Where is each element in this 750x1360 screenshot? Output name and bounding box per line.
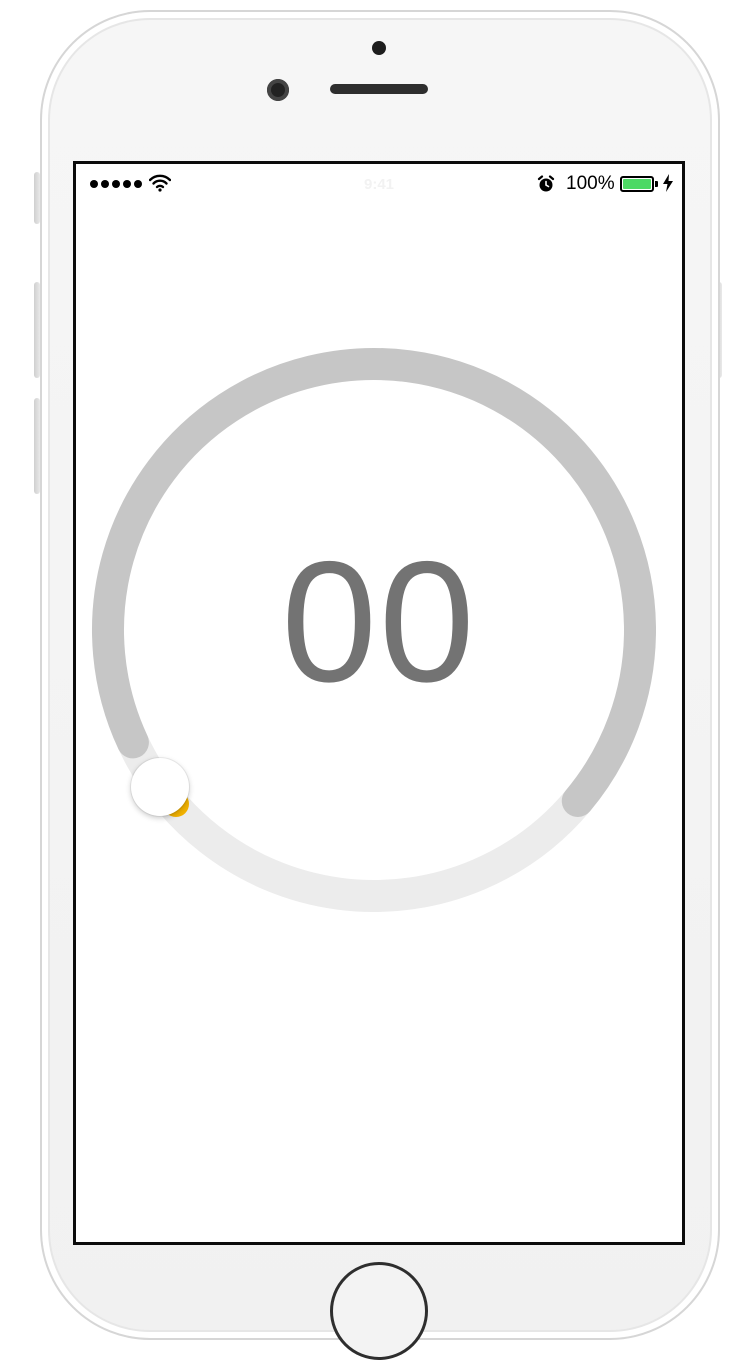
slider-track-remaining <box>116 726 594 912</box>
slider-knob[interactable] <box>131 758 189 816</box>
phone-screen: 9:41 100% 00 <box>73 161 685 1245</box>
counter-value: 00 <box>281 526 477 718</box>
proximity-sensor <box>372 41 386 55</box>
earpiece-speaker <box>330 84 428 94</box>
home-button[interactable] <box>330 1262 428 1360</box>
front-camera-icon <box>267 79 289 101</box>
